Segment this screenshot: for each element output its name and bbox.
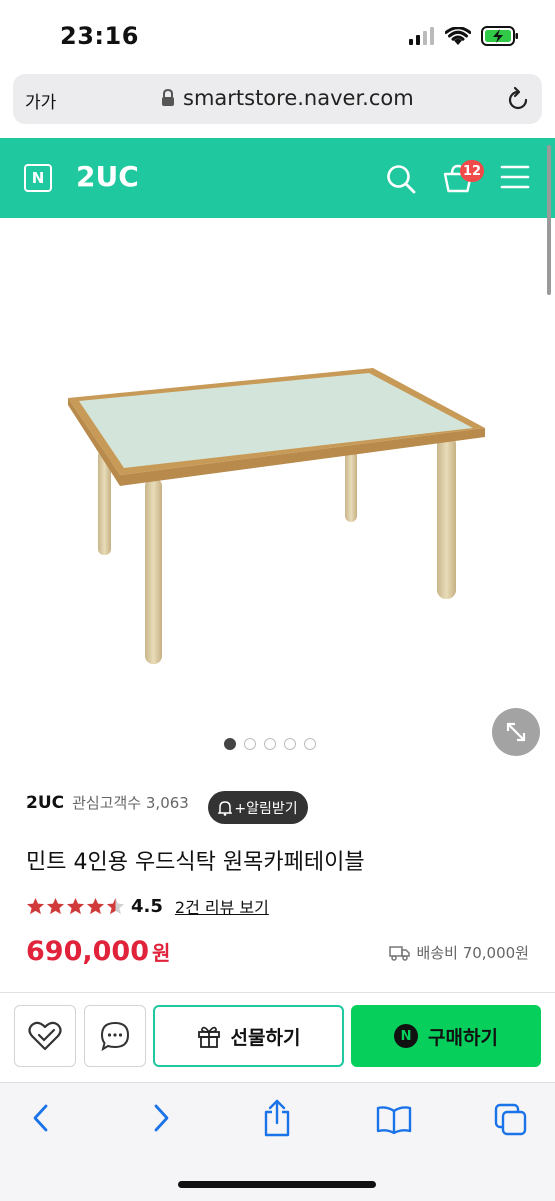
expand-icon <box>506 722 526 742</box>
cellular-signal-icon <box>409 27 434 45</box>
store-name[interactable]: 2UC <box>76 160 139 193</box>
fullscreen-button[interactable] <box>492 708 540 756</box>
status-bar: 23:16 <box>0 0 555 72</box>
address-field[interactable]: smartstore.naver.com <box>161 86 414 110</box>
reload-icon[interactable] <box>506 86 530 112</box>
seller-info: 2UC 관심고객수 3,063 <box>26 792 189 813</box>
lock-icon <box>162 89 174 106</box>
wishlist-button[interactable] <box>14 1005 76 1067</box>
shipping-fee: 배송비 70,000원 <box>416 944 529 962</box>
rating-stars <box>26 897 125 916</box>
review-link[interactable]: 2건 리뷰 보기 <box>175 894 269 918</box>
followers-count: 관심고객수 3,063 <box>72 794 189 812</box>
gallery-dot[interactable] <box>224 738 236 750</box>
gift-button[interactable]: 선물하기 <box>153 1005 344 1067</box>
naver-pay-icon: N <box>394 1024 419 1048</box>
gift-icon <box>197 1026 220 1048</box>
alarm-label: +알림받기 <box>234 800 298 817</box>
text-size-button[interactable]: 가가 <box>25 88 56 113</box>
battery-charging-icon <box>481 26 518 46</box>
chat-bubble-icon <box>100 1021 130 1051</box>
back-icon[interactable] <box>30 1103 52 1133</box>
gallery-dot[interactable] <box>304 738 316 750</box>
alarm-subscribe-button[interactable]: +알림받기 <box>208 791 308 824</box>
purchase-action-bar: 선물하기 N 구매하기 <box>0 992 555 1083</box>
star-icon <box>46 897 65 914</box>
price-row: 690,000 원 <box>26 936 170 967</box>
star-icon <box>26 897 45 914</box>
buy-button[interactable]: N 구매하기 <box>351 1005 541 1067</box>
half-star-icon <box>106 897 125 914</box>
status-icons <box>409 26 519 46</box>
price-value: 690,000 <box>26 936 149 967</box>
naver-logo-button[interactable]: N <box>24 164 52 192</box>
home-indicator <box>178 1181 376 1188</box>
gallery-dot[interactable] <box>284 738 296 750</box>
rating-value: 4.5 <box>131 895 163 917</box>
product-image[interactable] <box>0 218 555 738</box>
seller-name[interactable]: 2UC <box>26 793 64 813</box>
forward-icon[interactable] <box>150 1103 172 1133</box>
truck-icon <box>388 945 410 961</box>
heart-check-icon <box>28 1021 62 1051</box>
menu-icon[interactable] <box>500 164 530 190</box>
rating-row: 4.5 2건 리뷰 보기 <box>26 894 269 918</box>
gallery-dot[interactable] <box>264 738 276 750</box>
gallery-pagination <box>224 738 316 750</box>
search-icon[interactable] <box>386 164 416 194</box>
star-icon <box>86 897 105 914</box>
status-time: 23:16 <box>60 22 139 50</box>
price-unit: 원 <box>151 941 171 965</box>
star-icon <box>66 897 85 914</box>
talk-talk-button[interactable] <box>84 1005 146 1067</box>
product-title: 민트 4인용 우드식탁 원목카페테이블 <box>26 850 365 875</box>
gallery-dot[interactable] <box>244 738 256 750</box>
bookmarks-icon[interactable] <box>376 1105 412 1135</box>
buy-label: 구매하기 <box>428 1026 498 1049</box>
gift-label: 선물하기 <box>230 1026 301 1049</box>
browser-url-bar[interactable]: 가가 smartstore.naver.com <box>13 74 542 124</box>
url-text: smartstore.naver.com <box>183 86 414 110</box>
shipping-info: 배송비 70,000원 <box>388 942 529 963</box>
cart-count-badge: 12 <box>460 160 484 182</box>
bell-icon <box>218 800 233 816</box>
share-icon[interactable] <box>262 1099 292 1137</box>
wifi-icon <box>445 26 471 45</box>
tabs-icon[interactable] <box>494 1103 528 1137</box>
